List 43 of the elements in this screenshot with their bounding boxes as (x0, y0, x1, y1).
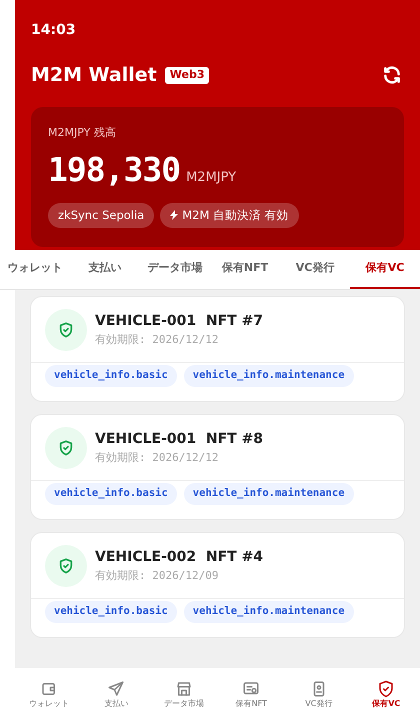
app-title: M2M Wallet (31, 63, 157, 88)
store-icon (174, 680, 193, 698)
nav-item[interactable]: データ市場 (150, 680, 218, 708)
tab[interactable]: データ市場 (140, 250, 210, 289)
scope-tag: vehicle_info.basic (45, 365, 177, 387)
status-chip: zkSync Sepolia (48, 202, 154, 228)
scope-tag: vehicle_info.basic (45, 483, 177, 505)
send-icon (107, 680, 126, 698)
status-time: 14:03 (31, 21, 76, 40)
balance-label: M2MJPY 残高 (48, 124, 116, 140)
credential-title: VEHICLE-001 NFT #7 (95, 312, 264, 331)
bolt-icon (170, 210, 178, 220)
scope-tag: vehicle_info.maintenance (184, 365, 354, 387)
shield-icon (377, 680, 396, 698)
status-chip: M2M 自動決済 有効 (160, 202, 299, 228)
nav-item[interactable]: ウォレット (15, 680, 82, 708)
nav-item[interactable]: 保有NFT (218, 680, 285, 708)
nav-item[interactable]: VC発行 (285, 680, 352, 708)
tab[interactable]: 保有NFT (210, 250, 280, 289)
credential-title: VEHICLE-002 NFT #4 (95, 548, 264, 567)
credential-card[interactable]: VEHICLE-002 NFT #4 有効期限: 2026/12/09 vehicle_info.basic vehicle_info.maintenance (30, 532, 405, 638)
shield-icon (45, 544, 87, 586)
credential-card[interactable]: VEHICLE-001 NFT #7 有効期限: 2026/12/12 vehicle_info.basic vehicle_info.maintenance (30, 296, 405, 402)
credential-title: VEHICLE-001 NFT #8 (95, 430, 264, 449)
refresh-button[interactable] (382, 65, 402, 86)
balance-unit: M2MJPY (186, 169, 236, 187)
tab[interactable]: 支払い (70, 250, 140, 289)
scope-tag: vehicle_info.maintenance (184, 601, 354, 623)
web3-badge: Web3 (164, 67, 210, 84)
tab[interactable]: VC発行 (280, 250, 350, 289)
shield-icon (45, 426, 87, 468)
credential-card[interactable]: VEHICLE-001 NFT #8 有効期限: 2026/12/12 vehicle_info.basic vehicle_info.maintenance (30, 414, 405, 520)
nav-item[interactable]: 保有VC (352, 680, 420, 708)
shield-icon (45, 308, 87, 350)
tab[interactable]: ウォレット (0, 250, 70, 289)
scope-tag: vehicle_info.basic (45, 601, 177, 623)
balance-amount: 198,330 (48, 149, 180, 191)
expiry-date: 有効期限: 2026/12/12 (95, 332, 220, 348)
wallet-icon (40, 680, 58, 698)
scope-tag: vehicle_info.maintenance (184, 483, 354, 505)
expiry-date: 有効期限: 2026/12/09 (95, 568, 220, 584)
nav-item[interactable]: 支払い (82, 680, 150, 708)
expiry-date: 有効期限: 2026/12/12 (95, 450, 220, 466)
